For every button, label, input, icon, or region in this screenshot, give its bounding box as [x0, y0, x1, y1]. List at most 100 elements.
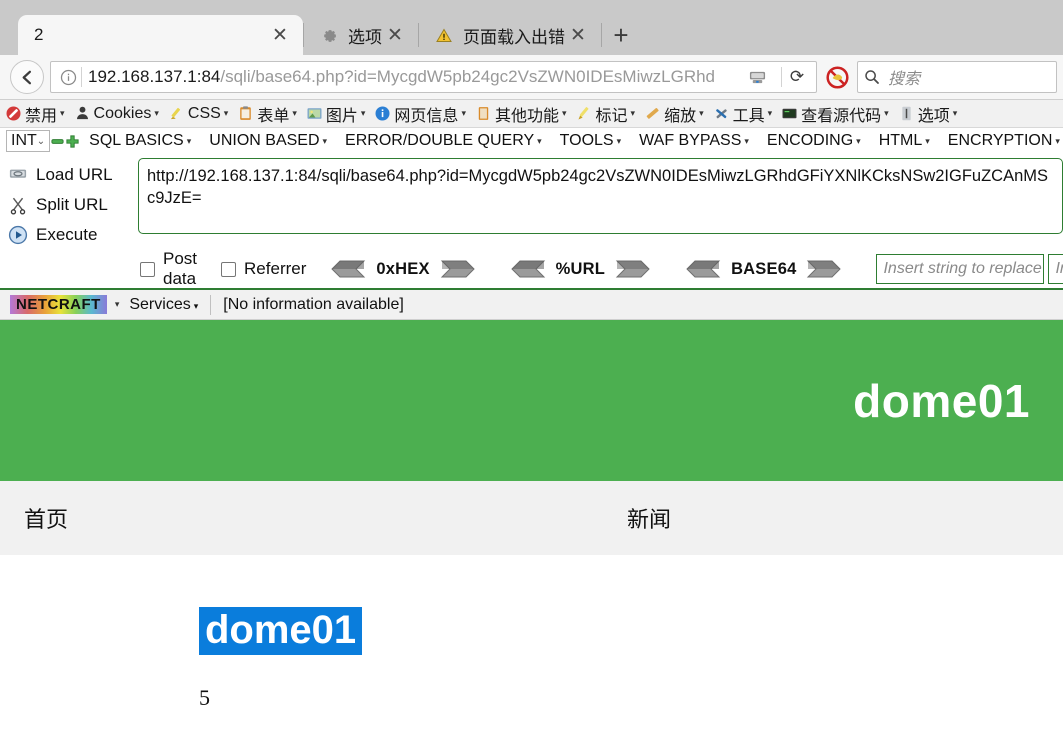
warning-icon [434, 25, 454, 45]
services-label: Services [129, 295, 191, 313]
result-value: 5 [199, 685, 210, 710]
hackbar-body: Load URL Split URL Execute http://192.16… [0, 154, 1063, 250]
search-bar[interactable]: 搜索 [857, 61, 1057, 93]
close-icon[interactable]: ✕ [565, 22, 591, 48]
images-icon [305, 104, 324, 123]
toolbar-divider [210, 294, 212, 315]
query-result-area: dome01 5 [0, 555, 1063, 731]
post-data-checkbox-wrap[interactable]: Post data [140, 249, 197, 289]
split-url-icon [0, 196, 36, 215]
netcraft-toolbar: NETCRAFT ▾ Services ▾ [No information ava… [0, 290, 1063, 320]
close-icon[interactable]: ✕ [382, 22, 408, 48]
hackbar-panel: INT ⌄ SQL BASICS ▾ UNION BASED ▾ ERROR/DOU… [0, 128, 1063, 290]
devtool-label: 选项 [917, 107, 950, 125]
noscript-blocked-icon[interactable] [817, 65, 857, 90]
navigation-toolbar: 192.168.137.1:84/sqli/base64.php?id=Mycg… [0, 55, 1063, 100]
add-tab-button[interactable] [65, 134, 80, 149]
hackbar-menu-encoding[interactable]: ENCODING ▾ [767, 132, 861, 150]
devtool-label: 其他功能 [494, 107, 559, 125]
hackbar-menu-tools[interactable]: TOOLS ▾ [560, 132, 621, 150]
replace-string-input[interactable]: Insert rep [1048, 254, 1063, 284]
new-tab-button[interactable]: + [601, 15, 641, 55]
devtool-options[interactable]: 选项 ▾ [897, 102, 957, 126]
info-circle-icon[interactable] [55, 69, 81, 86]
chevron-down-icon: ▾ [186, 135, 192, 146]
browser-tab-1[interactable]: 2 ✕ [18, 15, 303, 55]
chevron-down-icon: ▾ [322, 135, 328, 146]
server-icon[interactable] [745, 69, 769, 86]
search-icon [864, 69, 880, 85]
devtool-forms[interactable]: 表单 ▾ [236, 102, 297, 126]
remove-tab-button[interactable] [50, 134, 65, 149]
hackbar-menubar: INT ⌄ SQL BASICS ▾ UNION BASED ▾ ERROR/DOU… [0, 128, 1063, 154]
menu-label: WAF BYPASS [639, 132, 742, 149]
reload-button[interactable]: ⟳ [782, 67, 812, 87]
devtool-resize[interactable]: 缩放 ▾ [643, 102, 704, 126]
devtool-label: 图片 [325, 107, 358, 125]
tab-strip: 2 ✕ 选项 ✕ 页面载入出错 ✕ + [0, 0, 1063, 55]
search-input[interactable]: 搜索 [888, 65, 920, 89]
viewsource-icon [780, 104, 799, 123]
devtool-outline[interactable]: 标记 ▾ [575, 102, 636, 126]
hackbar-menu-waf-bypass[interactable]: WAF BYPASS ▾ [639, 132, 749, 150]
page-content: dome01 首页 新闻 dome01 5 [0, 320, 1063, 731]
chevron-down-icon: ▾ [292, 108, 297, 118]
split-url-button[interactable]: Split URL [0, 190, 138, 220]
site-brand-title: dome01 [853, 374, 1030, 427]
injection-type-select[interactable]: INT ⌄ [6, 130, 51, 152]
url-text: 192.168.137.1:84/sqli/base64.php?id=Mycg… [88, 67, 745, 87]
close-icon[interactable]: ✕ [267, 22, 293, 48]
browser-tab-3[interactable]: 页面载入出错 ✕ [418, 15, 601, 55]
hackbar-menu-union-based[interactable]: UNION BASED ▾ [209, 132, 327, 150]
url-separator [81, 67, 82, 87]
netcraft-services-menu[interactable]: Services ▾ [129, 296, 198, 314]
load-url-label: Load URL [36, 165, 113, 184]
devtool-tools[interactable]: 工具 ▾ [712, 102, 772, 126]
hackbar-url-textarea[interactable]: http://192.168.137.1:84/sqli/base64.php?… [138, 158, 1063, 234]
chevron-down-icon: ▾ [537, 135, 542, 146]
load-url-icon [0, 166, 36, 184]
hackbar-menu-sql-basics[interactable]: SQL BASICS ▾ [89, 132, 191, 150]
nav-link-home[interactable]: 首页 [24, 502, 68, 534]
devtool-disable[interactable]: 禁用 ▾ [4, 102, 65, 126]
devtool-css[interactable]: CSS ▾ [167, 104, 228, 123]
encode-hex-button[interactable] [440, 260, 476, 278]
hackbar-menu-html[interactable]: HTML ▾ [879, 132, 930, 150]
browser-tab-2[interactable]: 选项 ✕ [303, 15, 418, 55]
decode-hex-button[interactable] [330, 260, 366, 278]
devtool-viewsource[interactable]: 查看源代码 ▾ [780, 102, 889, 126]
hackbar-menu-error-double-query[interactable]: ERROR/DOUBLE QUERY ▾ [345, 132, 542, 150]
chevron-down-icon: ▾ [744, 135, 749, 146]
decode-base64-button[interactable] [685, 260, 721, 278]
chevron-down-icon[interactable]: ▾ [115, 299, 120, 310]
search-string-input[interactable]: Insert string to replace [876, 254, 1045, 284]
encode-url-button[interactable] [615, 260, 651, 278]
devtool-misc[interactable]: 其他功能 ▾ [474, 102, 567, 126]
referrer-checkbox[interactable] [221, 261, 237, 277]
decode-url-button[interactable] [510, 260, 546, 278]
chevron-down-icon: ▾ [630, 108, 636, 118]
back-button[interactable] [10, 60, 44, 94]
devtool-information[interactable]: 网页信息 ▾ [373, 102, 466, 126]
encoder-hex-label: 0xHEX [376, 259, 430, 278]
url-bar[interactable]: 192.168.137.1:84/sqli/base64.php?id=Mycg… [50, 61, 817, 93]
load-url-button[interactable]: Load URL [0, 160, 138, 190]
nav-link-news[interactable]: 新闻 [627, 502, 671, 534]
encoder-base64-label: BASE64 [731, 259, 797, 278]
referrer-checkbox-wrap[interactable]: Referrer [221, 259, 306, 279]
chevron-down-icon: ▾ [60, 108, 65, 118]
post-data-checkbox[interactable] [140, 261, 155, 277]
chevron-down-icon: ▾ [154, 108, 159, 118]
chevron-down-icon: ▾ [616, 135, 622, 146]
encode-base64-button[interactable] [806, 260, 842, 278]
execute-button[interactable]: Execute [0, 220, 138, 250]
options-icon [897, 104, 916, 123]
chevron-down-icon: ▾ [223, 108, 229, 118]
devtool-images[interactable]: 图片 ▾ [305, 102, 365, 126]
devtool-cookies[interactable]: Cookies ▾ [73, 104, 159, 123]
tab-title: 选项 [348, 27, 382, 47]
misc-icon [474, 104, 493, 123]
hackbar-menu-encryption[interactable]: ENCRYPTION ▾ [948, 132, 1060, 150]
disable-icon [4, 104, 23, 123]
encoder-hex: 0xHEX [330, 260, 475, 279]
